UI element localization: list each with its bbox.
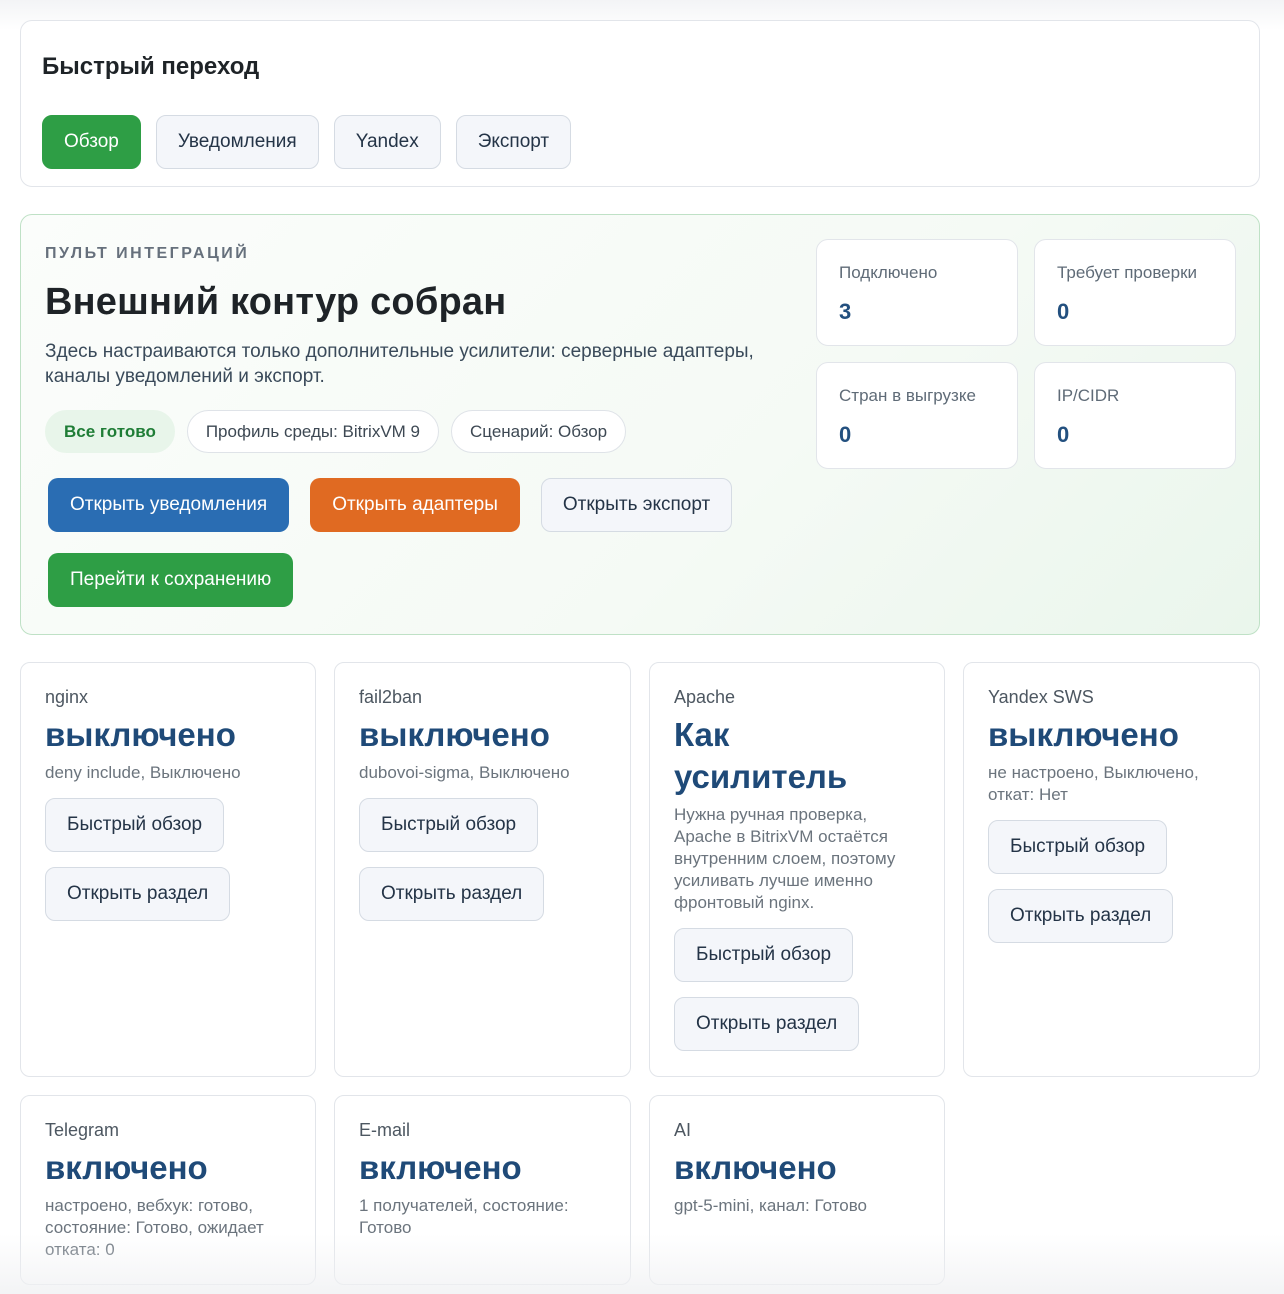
card-yandex-sws: Yandex SWS выключено не настроено, Выклю… bbox=[963, 662, 1260, 1077]
quick-review-button[interactable]: Быстрый обзор bbox=[45, 798, 225, 852]
card-fail2ban: fail2ban выключено dubovoi-sigma, Выключ… bbox=[334, 662, 631, 1077]
open-notifications-button[interactable]: Открыть уведомления bbox=[48, 478, 290, 532]
card-actions: Быстрый обзор Открыть раздел bbox=[674, 928, 920, 1051]
stat-label: Требует проверки bbox=[1057, 263, 1198, 282]
card-actions: Быстрый обзор Открыть раздел bbox=[45, 798, 291, 921]
open-section-button[interactable]: Открыть раздел bbox=[45, 867, 231, 921]
stat-value: 0 bbox=[1057, 422, 1070, 447]
card-detail: dubovoi-sigma, Выключено bbox=[359, 763, 570, 782]
open-section-button[interactable]: Открыть раздел bbox=[988, 889, 1174, 943]
card-name: AI bbox=[674, 1120, 692, 1140]
open-section-button[interactable]: Открыть раздел bbox=[359, 867, 545, 921]
card-name: Yandex SWS bbox=[988, 687, 1094, 707]
stat-connected: Подключено 3 bbox=[816, 239, 1018, 346]
card-telegram: Telegram включено настроено, вебхук: гот… bbox=[20, 1095, 316, 1285]
card-name: fail2ban bbox=[359, 687, 423, 707]
stat-value: 0 bbox=[839, 422, 852, 447]
hero-pills: Все готово Профиль среды: BitrixVM 9 Сце… bbox=[45, 410, 627, 453]
go-to-save-button[interactable]: Перейти к сохранению bbox=[48, 553, 294, 607]
open-export-button[interactable]: Открыть экспорт bbox=[540, 478, 733, 532]
stat-label: Подключено bbox=[839, 263, 938, 282]
status-badge: Все готово bbox=[45, 410, 175, 453]
scenario-badge: Сценарий: Обзор bbox=[451, 410, 627, 453]
card-name: Apache bbox=[674, 687, 736, 707]
card-state: включено bbox=[674, 1149, 837, 1186]
card-state: Как усилитель bbox=[674, 716, 848, 795]
card-actions: Быстрый обзор Открыть раздел bbox=[988, 820, 1235, 943]
quick-nav-overview-button[interactable]: Обзор bbox=[42, 115, 141, 169]
card-actions: Быстрый обзор Открыть раздел bbox=[359, 798, 606, 921]
quick-nav-export-button[interactable]: Экспорт bbox=[455, 115, 572, 169]
card-state: выключено bbox=[988, 716, 1179, 753]
integrations-hero-panel: ПУЛЬТ ИНТЕГРАЦИЙ Внешний контур собран З… bbox=[20, 214, 1260, 635]
quick-nav-yandex-button[interactable]: Yandex bbox=[333, 115, 441, 169]
card-state: включено bbox=[359, 1149, 522, 1186]
stat-value: 3 bbox=[839, 299, 852, 324]
card-email: E-mail включено 1 получателей, состояние… bbox=[334, 1095, 631, 1285]
card-name: nginx bbox=[45, 687, 89, 707]
open-section-button[interactable]: Открыть раздел bbox=[674, 997, 860, 1051]
open-adapters-button[interactable]: Открыть адаптеры bbox=[310, 478, 520, 532]
card-nginx: nginx выключено deny include, Выключено … bbox=[20, 662, 316, 1077]
card-detail: настроено, вебхук: готово, состояние: Го… bbox=[45, 1196, 264, 1259]
quick-review-button[interactable]: Быстрый обзор bbox=[674, 928, 854, 982]
hero-stats: Подключено 3 Требует проверки 0 Стран в … bbox=[816, 239, 1236, 469]
stat-value: 0 bbox=[1057, 299, 1070, 324]
card-name: E-mail bbox=[359, 1120, 411, 1140]
hero-eyebrow: ПУЛЬТ ИНТЕГРАЦИЙ bbox=[45, 245, 250, 262]
quick-review-button[interactable]: Быстрый обзор bbox=[359, 798, 539, 852]
stat-needs-check: Требует проверки 0 bbox=[1034, 239, 1236, 346]
profile-badge: Профиль среды: BitrixVM 9 bbox=[186, 410, 440, 453]
card-apache: Apache Как усилитель Нужна ручная провер… bbox=[649, 662, 945, 1077]
card-detail: deny include, Выключено bbox=[45, 763, 241, 782]
quick-nav-notifications-button[interactable]: Уведомления bbox=[155, 115, 319, 169]
card-detail: gpt-5-mini, канал: Готово bbox=[674, 1196, 867, 1215]
stat-label: IP/CIDR bbox=[1057, 386, 1120, 405]
stat-countries: Стран в выгрузке 0 bbox=[816, 362, 1018, 469]
card-name: Telegram bbox=[45, 1120, 120, 1140]
card-state: выключено bbox=[45, 716, 236, 753]
card-state: включено bbox=[45, 1149, 208, 1186]
card-ai: AI включено gpt-5-mini, канал: Готово bbox=[649, 1095, 945, 1285]
hero-title: Внешний контур собран bbox=[45, 281, 507, 323]
card-detail: не настроено, Выключено, откат: Нет bbox=[988, 763, 1199, 804]
card-detail: Нужна ручная проверка, Apache в BitrixVM… bbox=[674, 805, 896, 912]
quick-nav-panel: Быстрый переход Обзор Уведомления Yandex… bbox=[20, 20, 1260, 187]
hero-description: Здесь настраиваются только дополнительны… bbox=[45, 341, 754, 387]
quick-nav-buttons: Обзор Уведомления Yandex Экспорт bbox=[42, 115, 572, 169]
stat-label: Стран в выгрузке bbox=[839, 386, 976, 405]
hero-actions: Открыть уведомления Открыть адаптеры Отк… bbox=[48, 478, 788, 607]
quick-nav-title: Быстрый переход bbox=[42, 53, 260, 80]
quick-review-button[interactable]: Быстрый обзор bbox=[988, 820, 1168, 874]
card-detail: 1 получателей, состояние: Готово bbox=[359, 1196, 569, 1237]
stat-ip-cidr: IP/CIDR 0 bbox=[1034, 362, 1236, 469]
card-state: выключено bbox=[359, 716, 550, 753]
